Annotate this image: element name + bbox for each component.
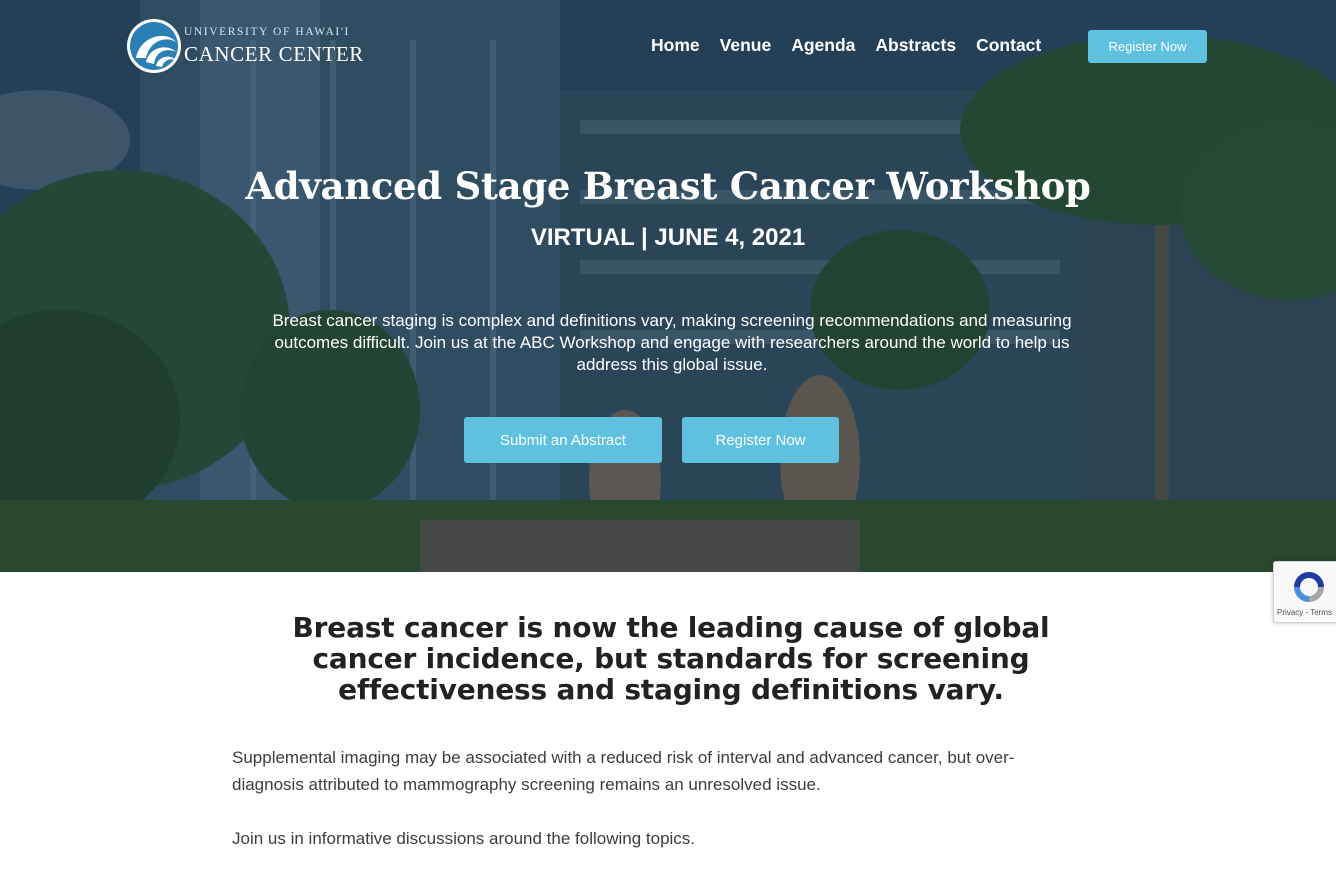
nav-home[interactable]: Home [651, 35, 700, 56]
submit-abstract-button[interactable]: Submit an Abstract [464, 417, 662, 463]
header-register-button[interactable]: Register Now [1088, 30, 1207, 63]
hero-title: Advanced Stage Breast Cancer Workshop [245, 164, 1091, 208]
hero-subtitle: VIRTUAL | JUNE 4, 2021 [530, 224, 806, 251]
hero-description: Breast cancer staging is complex and def… [272, 311, 1072, 374]
nav-abstracts[interactable]: Abstracts [875, 35, 956, 56]
hero-overlay [0, 0, 1336, 572]
site-logo[interactable]: UNIVERSITY OF HAWAI'I CANCER CENTER [126, 18, 366, 74]
intro-paragraph: Supplemental imaging may be associated w… [232, 748, 1015, 794]
wave-logo-icon [127, 19, 181, 73]
hero-actions: Submit an Abstract Register Now [464, 417, 839, 463]
hero-register-button[interactable]: Register Now [682, 417, 839, 463]
nav-venue[interactable]: Venue [720, 35, 772, 56]
recaptcha-privacy-terms[interactable]: Privacy - Terms [1277, 608, 1336, 617]
main-nav: Home Venue Agenda Abstracts Contact [651, 35, 1041, 56]
intro-heading: Breast cancer is now the leading cause o… [292, 611, 1050, 706]
logo-line-cancer-center: CANCER CENTER [184, 42, 364, 66]
recaptcha-badge[interactable]: Privacy - Terms [1273, 561, 1336, 623]
logo-line-university: UNIVERSITY OF HAWAI'I [184, 26, 350, 38]
topics-intro-paragraph: Join us in informative discussions aroun… [232, 829, 696, 848]
nav-agenda[interactable]: Agenda [791, 35, 855, 56]
hero-section: UNIVERSITY OF HAWAI'I CANCER CENTER Home… [0, 0, 1336, 572]
nav-contact[interactable]: Contact [976, 35, 1041, 56]
recaptcha-icon [1294, 572, 1324, 602]
